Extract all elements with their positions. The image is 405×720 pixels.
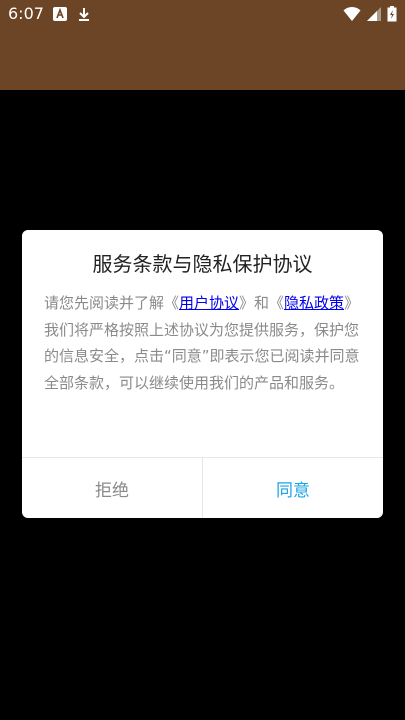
signal-icon (367, 7, 381, 21)
status-icons (343, 4, 397, 24)
dialog-title: 服务条款与隐私保护协议 (92, 252, 313, 276)
download-icon (79, 8, 89, 21)
battery-charging-icon (387, 6, 397, 22)
notification-a-icon (53, 7, 67, 21)
agree-button[interactable]: 同意 (203, 458, 383, 518)
user-agreement-link[interactable]: 用户协议 (179, 294, 239, 312)
status-bar: 6:07 (0, 0, 405, 90)
body-middle: 》和《 (239, 294, 285, 312)
dialog-body: 请您先阅读并了解《用户协议》和《隐私政策》我们将严格按照上述协议为您提供服务，保… (44, 290, 366, 396)
status-time: 6:07 (8, 4, 44, 23)
wifi-icon (343, 6, 361, 21)
privacy-policy-link[interactable]: 隐私政策 (284, 294, 344, 312)
body-prefix: 请您先阅读并了解《 (44, 294, 180, 312)
terms-dialog: 服务条款与隐私保护协议 请您先阅读并了解《用户协议》和《隐私政策》我们将严格按照… (22, 230, 383, 518)
refuse-button[interactable]: 拒绝 (22, 458, 202, 518)
